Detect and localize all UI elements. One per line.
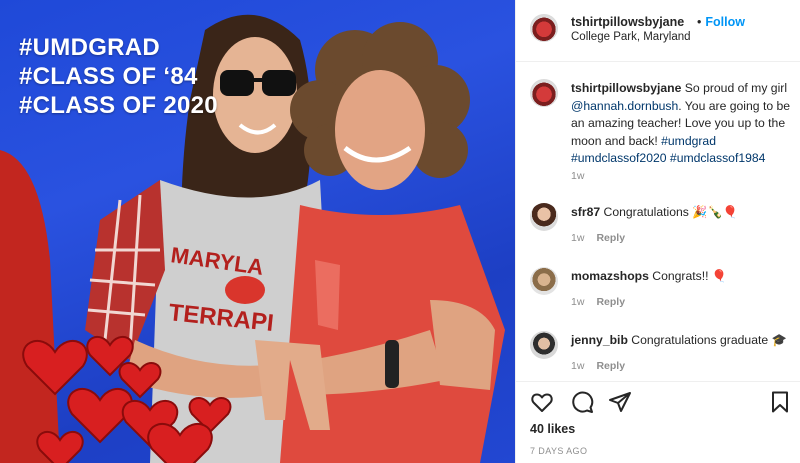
comment-meta: 1w Reply <box>571 360 625 372</box>
photo-overlay-caption: #UMDGRAD #CLASS OF ‘84 #CLASS OF 2020 <box>19 33 218 120</box>
comment-item: momazshops Congrats!! 🎈 1w Reply <box>530 267 792 311</box>
post-header: tshirtpillowsbyjane • Follow College Park… <box>516 0 800 62</box>
comment-body: sfr87 Congratulations 🎉🍾🎈 <box>571 204 793 222</box>
comment-body: momazshops Congrats!! 🎈 <box>571 268 793 286</box>
paper-plane-icon[interactable] <box>608 390 632 414</box>
post-timestamp[interactable]: 7 DAYS AGO <box>530 446 587 456</box>
comment-username[interactable]: momazshops <box>571 269 649 283</box>
comment-time[interactable]: 1w <box>571 296 584 308</box>
post-caption: tshirtpillowsbyjane So proud of my girl … <box>530 79 792 189</box>
comment-item: sfr87 Congratulations 🎉🍾🎈 1w Reply <box>530 203 792 247</box>
comment-meta: 1w Reply <box>571 232 625 244</box>
comment-body: jenny_bib Congratulations graduate 🎓 <box>571 332 793 350</box>
heart-icon[interactable] <box>530 390 554 414</box>
follow-separator: • <box>697 15 702 29</box>
follow-button[interactable]: Follow <box>705 15 745 29</box>
post-side-panel: tshirtpillowsbyjane • Follow College Park… <box>515 0 800 463</box>
comment-text: Congratulations 🎉🍾🎈 <box>600 205 738 219</box>
caption-username[interactable]: tshirtpillowsbyjane <box>571 81 681 95</box>
owner-username[interactable]: tshirtpillowsbyjane <box>571 15 684 29</box>
reply-button[interactable]: Reply <box>596 296 625 308</box>
caption-text: So proud of my girl <box>681 81 788 95</box>
comment-item: jenny_bib Congratulations graduate 🎓 1w R… <box>530 331 792 375</box>
caption-body: tshirtpillowsbyjane So proud of my girl … <box>571 80 793 168</box>
overlay-line: #CLASS OF ‘84 <box>19 63 198 90</box>
comment-time[interactable]: 1w <box>571 232 584 244</box>
reply-button[interactable]: Reply <box>596 232 625 244</box>
caption-time[interactable]: 1w <box>571 170 584 182</box>
commenter-avatar[interactable] <box>530 331 558 359</box>
post-photo[interactable]: MARYLA TERRAPI #UMDGRAD #CLASS OF ‘84 #C… <box>0 0 515 463</box>
comment-icon[interactable] <box>570 390 594 414</box>
commenter-avatar[interactable] <box>530 267 558 295</box>
caption-avatar[interactable] <box>530 79 558 107</box>
post-location[interactable]: College Park, Maryland <box>571 31 691 43</box>
reply-button[interactable]: Reply <box>596 360 625 372</box>
likes-count[interactable]: 40 likes <box>530 422 575 436</box>
comment-time[interactable]: 1w <box>571 360 584 372</box>
bookmark-icon[interactable] <box>768 390 792 414</box>
owner-avatar[interactable] <box>530 14 558 42</box>
comment-username[interactable]: sfr87 <box>571 205 600 219</box>
follow-group: • Follow <box>697 15 745 29</box>
action-bar <box>516 381 800 421</box>
comment-meta: 1w Reply <box>571 296 625 308</box>
caption-mention[interactable]: @hannah.dornbush <box>571 99 678 113</box>
instagram-post: MARYLA TERRAPI #UMDGRAD #CLASS OF ‘84 #C… <box>0 0 800 463</box>
overlay-line: #CLASS OF 2020 <box>19 92 218 119</box>
commenter-avatar[interactable] <box>530 203 558 231</box>
comment-text: Congratulations graduate 🎓 <box>627 333 787 347</box>
overlay-line: #UMDGRAD <box>19 34 161 61</box>
caption-meta: 1w <box>571 170 584 182</box>
comment-username[interactable]: jenny_bib <box>571 333 628 347</box>
comment-text: Congrats!! 🎈 <box>648 269 728 283</box>
